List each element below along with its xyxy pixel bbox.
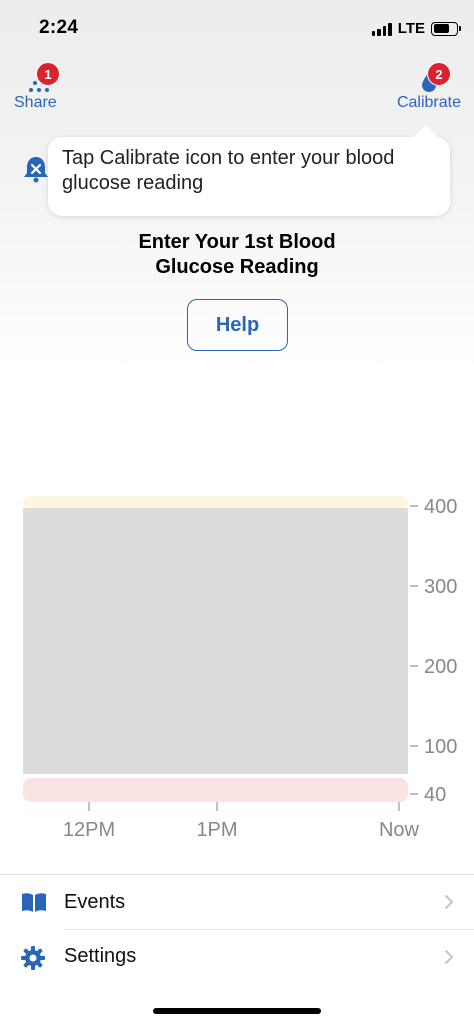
home-indicator bbox=[153, 1008, 321, 1014]
prompt-line-2: Glucose Reading bbox=[155, 256, 319, 278]
status-time: 2:24 bbox=[39, 17, 79, 38]
status-indicators: LTE bbox=[371, 20, 461, 37]
y-tick-label: 200 bbox=[424, 656, 457, 678]
gear-icon bbox=[20, 945, 46, 976]
glucose-trend-chart: 400 300 200 100 40 12PM 1PM Now bbox=[23, 496, 457, 841]
battery-icon bbox=[431, 21, 461, 36]
x-tick-label: Now bbox=[379, 819, 420, 841]
calibrate-label: Calibrate bbox=[396, 94, 461, 111]
calibrate-button[interactable]: 2 Calibrate bbox=[397, 62, 461, 112]
alert-bell-icon[interactable] bbox=[22, 154, 50, 189]
y-tick-label: 400 bbox=[424, 496, 457, 518]
y-tick-label: 300 bbox=[424, 576, 457, 598]
menu-item-label: Settings bbox=[64, 945, 137, 967]
menu-item-label: Events bbox=[64, 890, 126, 913]
prompt-line-1: Enter Your 1st Blood bbox=[138, 231, 336, 253]
help-button[interactable]: Help bbox=[187, 299, 288, 351]
calibrate-tooltip: Tap Calibrate icon to enter your blood g… bbox=[48, 125, 450, 216]
tooltip-text: Tap Calibrate icon to enter your blood g… bbox=[62, 147, 395, 194]
x-tick-label: 12PM bbox=[63, 819, 115, 841]
bottom-menu: Events Settings bbox=[0, 874, 474, 983]
share-button[interactable]: 1 Share bbox=[14, 62, 60, 112]
chevron-right-icon bbox=[444, 949, 454, 970]
menu-item-settings[interactable]: Settings bbox=[21, 929, 474, 983]
share-label: Share bbox=[14, 94, 57, 111]
cellular-signal-icon bbox=[371, 22, 392, 36]
book-icon bbox=[20, 890, 48, 919]
no-data-area bbox=[23, 508, 408, 774]
network-type: LTE bbox=[397, 20, 425, 37]
share-badge: 1 bbox=[36, 62, 60, 86]
x-tick-label: 1PM bbox=[196, 819, 237, 841]
low-range-band bbox=[23, 778, 408, 802]
calibrate-badge: 2 bbox=[426, 62, 451, 86]
menu-item-events[interactable]: Events bbox=[0, 875, 474, 929]
y-tick-label: 100 bbox=[424, 736, 457, 758]
calibration-prompt: Enter Your 1st Blood Glucose Reading bbox=[0, 230, 474, 280]
y-tick-label: 40 bbox=[424, 784, 446, 806]
chevron-right-icon bbox=[444, 894, 454, 915]
high-range-band bbox=[23, 496, 408, 508]
